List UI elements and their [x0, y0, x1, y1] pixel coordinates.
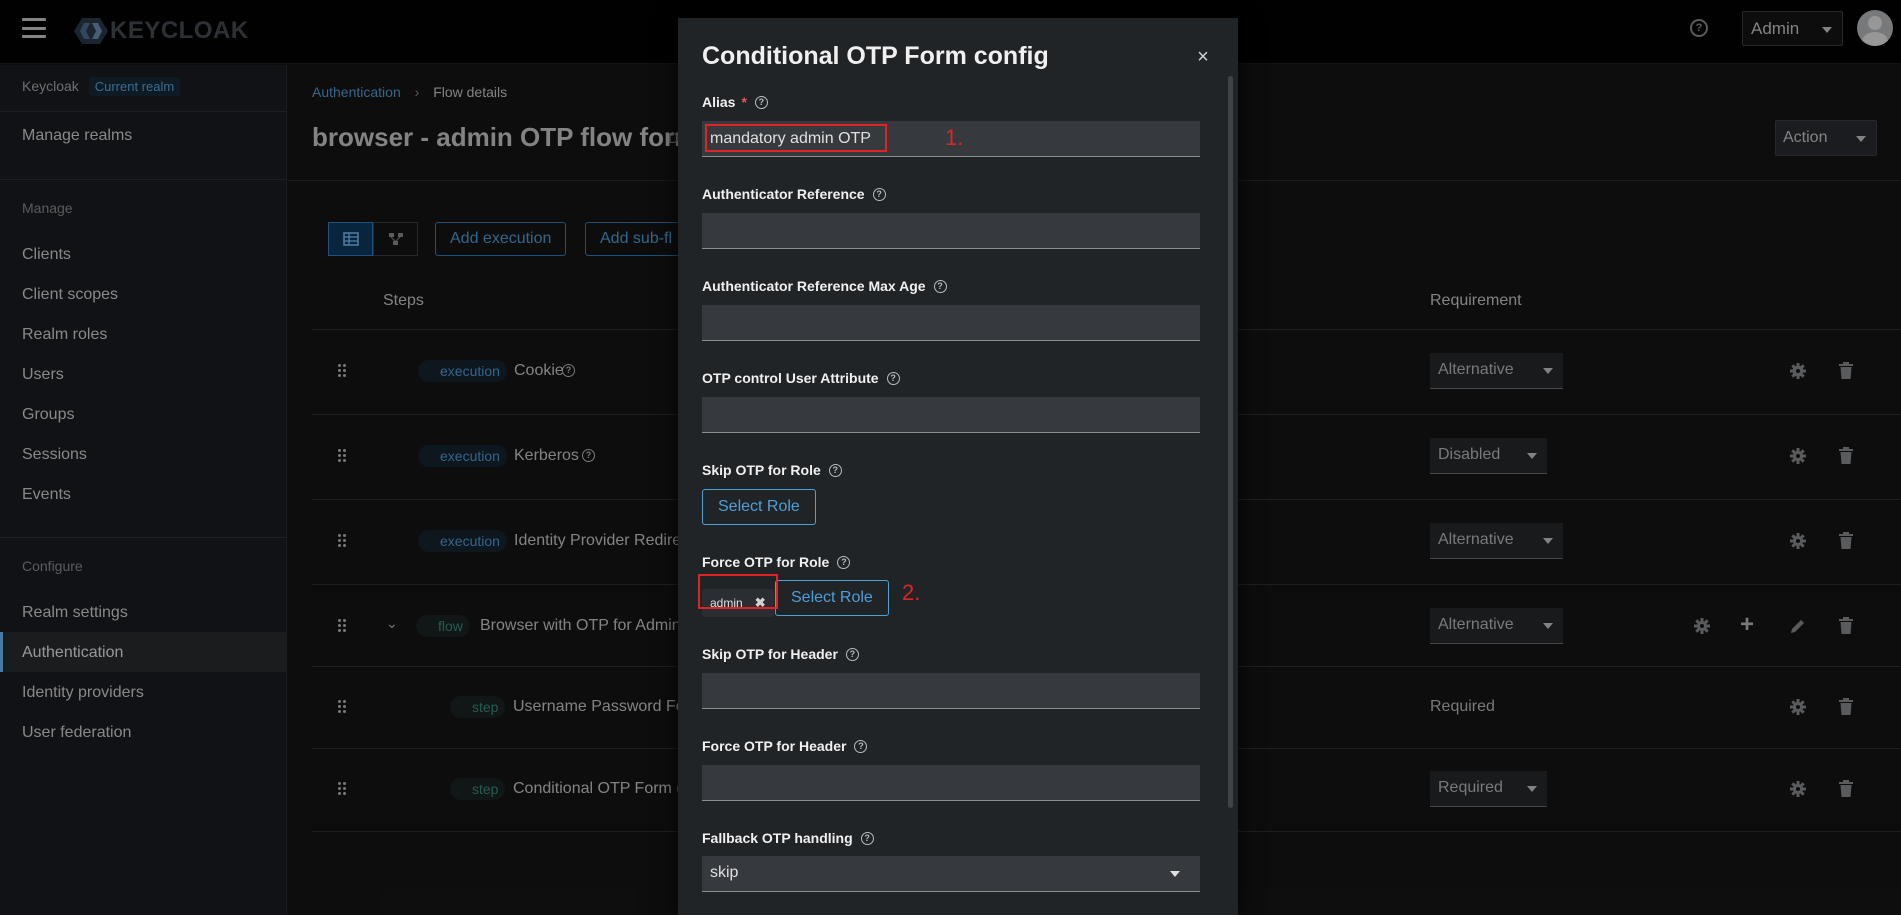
annotation-box-2	[698, 574, 778, 609]
fallback-otp-label: Fallback OTP handling ?	[702, 830, 874, 846]
force-otp-select-role-button[interactable]: Select Role	[775, 580, 889, 616]
help-icon[interactable]: ?	[854, 739, 868, 753]
alias-label: Alias * ?	[702, 94, 768, 110]
skip-otp-header-label: Skip OTP for Header ?	[702, 646, 859, 662]
force-otp-role-label-text: Force OTP for Role	[702, 554, 830, 570]
conditional-otp-config-modal: Conditional OTP Form config × Alias * ? …	[678, 18, 1238, 915]
otp-control-attr-input[interactable]	[702, 397, 1200, 433]
force-otp-header-label-text: Force OTP for Header	[702, 738, 847, 754]
auth-ref-max-age-label: Authenticator Reference Max Age ?	[702, 278, 947, 294]
skip-otp-header-label-text: Skip OTP for Header	[702, 646, 838, 662]
force-otp-header-label: Force OTP for Header ?	[702, 738, 868, 754]
otp-control-attr-label: OTP control User Attribute ?	[702, 370, 900, 386]
annotation-box-1	[705, 124, 887, 152]
annotation-label-1: 1.	[945, 125, 964, 150]
auth-ref-max-age-label-text: Authenticator Reference Max Age	[702, 278, 926, 294]
modal-title: Conditional OTP Form config	[702, 42, 1049, 70]
skip-otp-role-label-text: Skip OTP for Role	[702, 462, 821, 478]
annotation-label-2: 2.	[902, 580, 921, 605]
force-otp-header-input[interactable]	[702, 765, 1200, 801]
fallback-otp-value: skip	[710, 864, 739, 881]
help-icon[interactable]: ?	[837, 555, 851, 569]
auth-ref-label: Authenticator Reference ?	[702, 186, 886, 202]
otp-control-attr-label-text: OTP control User Attribute	[702, 370, 879, 386]
close-icon[interactable]: ×	[1193, 47, 1213, 68]
help-icon[interactable]: ?	[860, 831, 874, 845]
help-icon[interactable]: ?	[828, 463, 842, 477]
fallback-otp-label-text: Fallback OTP handling	[702, 830, 853, 846]
auth-ref-label-text: Authenticator Reference	[702, 186, 865, 202]
fallback-otp-select[interactable]: skip	[702, 856, 1200, 892]
skip-otp-header-input[interactable]	[702, 673, 1200, 709]
help-icon[interactable]: ?	[845, 647, 859, 661]
help-icon[interactable]: ?	[754, 95, 768, 109]
skip-otp-select-role-button[interactable]: Select Role	[702, 489, 816, 525]
help-icon[interactable]: ?	[886, 371, 900, 385]
help-icon[interactable]: ?	[933, 279, 947, 293]
skip-otp-role-label: Skip OTP for Role ?	[702, 462, 842, 478]
caret-down-icon	[1170, 871, 1180, 877]
auth-ref-input[interactable]	[702, 213, 1200, 249]
auth-ref-max-age-input[interactable]	[702, 305, 1200, 341]
modal-scrollbar[interactable]	[1228, 76, 1233, 808]
required-indicator: *	[741, 94, 747, 110]
alias-label-text: Alias	[702, 94, 736, 110]
help-icon[interactable]: ?	[872, 187, 886, 201]
force-otp-role-label: Force OTP for Role ?	[702, 554, 851, 570]
